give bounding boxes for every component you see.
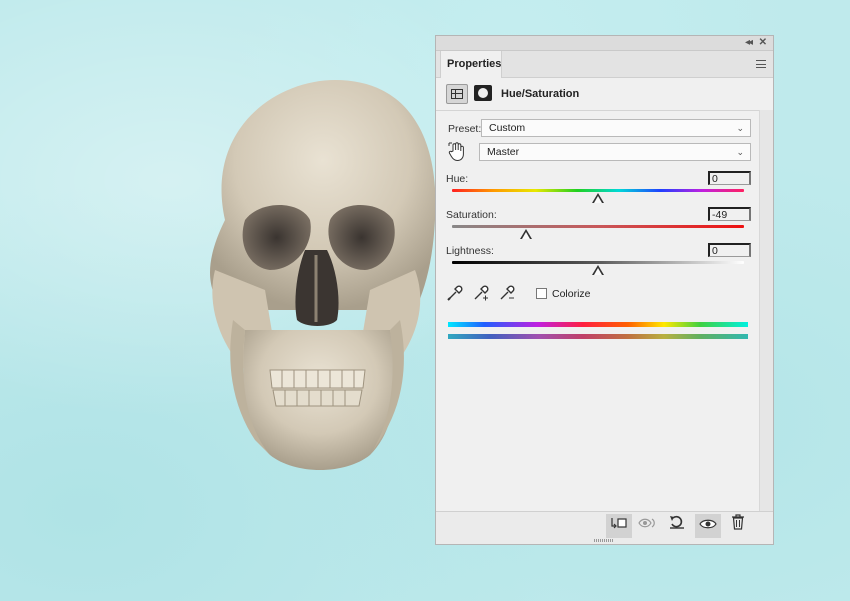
hue-saturation-layer-icon[interactable] <box>446 84 468 104</box>
colorize-checkbox[interactable] <box>536 288 547 299</box>
trash-icon[interactable] <box>725 514 751 538</box>
hue-label: Hue: <box>446 173 469 185</box>
adjustment-header: Hue/Saturation <box>446 83 766 107</box>
resize-grip[interactable] <box>594 539 614 542</box>
lightness-value-field[interactable] <box>708 243 751 257</box>
view-previous-state-icon[interactable] <box>635 514 661 538</box>
eyedropper-toolbar: Colorize <box>446 284 646 306</box>
panel-bottom-bar <box>436 511 773 544</box>
header-divider <box>436 110 759 111</box>
panel-title-bar: ◂◂ ✕ <box>436 36 773 51</box>
chevron-down-icon: ⌄ <box>736 147 744 157</box>
input-color-spectrum <box>448 322 748 327</box>
clip-to-layer-icon[interactable] <box>606 514 632 538</box>
saturation-slider-thumb[interactable] <box>520 229 533 239</box>
hue-slider-track[interactable] <box>452 189 744 192</box>
tab-properties[interactable]: Properties <box>440 51 502 78</box>
lightness-slider-track[interactable] <box>452 261 744 264</box>
eyedropper-subtract-icon[interactable] <box>498 284 520 306</box>
properties-panel: ◂◂ ✕ Properties Hue/Saturation Preset: C… <box>435 35 774 545</box>
hue-value-field[interactable] <box>708 171 751 185</box>
eyedropper-icon[interactable] <box>446 284 468 306</box>
visibility-eye-icon[interactable] <box>695 514 721 538</box>
preset-dropdown[interactable]: Custom ⌄ <box>481 119 751 137</box>
collapse-panel-icon[interactable]: ◂◂ <box>745 37 753 49</box>
saturation-label: Saturation: <box>446 209 497 221</box>
hue-slider-thumb[interactable] <box>592 193 604 203</box>
close-icon[interactable]: ✕ <box>759 37 767 49</box>
adjustment-title: Hue/Saturation <box>501 88 580 100</box>
saturation-value-field[interactable] <box>708 207 751 221</box>
lightness-label: Lightness: <box>446 245 494 257</box>
panel-scrollbar[interactable] <box>759 110 773 511</box>
hand-drag-icon[interactable] <box>448 142 468 162</box>
colorize-label: Colorize <box>552 288 591 300</box>
lightness-slider-thumb[interactable] <box>592 265 604 275</box>
chevron-down-icon: ⌄ <box>736 123 744 133</box>
channel-value: Master <box>487 146 520 158</box>
preset-value: Custom <box>489 122 526 134</box>
panel-menu-icon[interactable] <box>756 60 766 68</box>
layer-mask-icon[interactable] <box>474 85 492 101</box>
preset-label: Preset: <box>448 123 482 135</box>
channel-dropdown[interactable]: Master ⌄ <box>479 143 751 161</box>
tab-bar: Properties <box>436 51 773 78</box>
saturation-slider-track[interactable] <box>452 225 744 228</box>
skull-image <box>210 80 436 470</box>
reset-icon[interactable] <box>664 514 690 538</box>
output-color-spectrum <box>448 334 748 339</box>
eyedropper-add-icon[interactable] <box>472 284 494 306</box>
